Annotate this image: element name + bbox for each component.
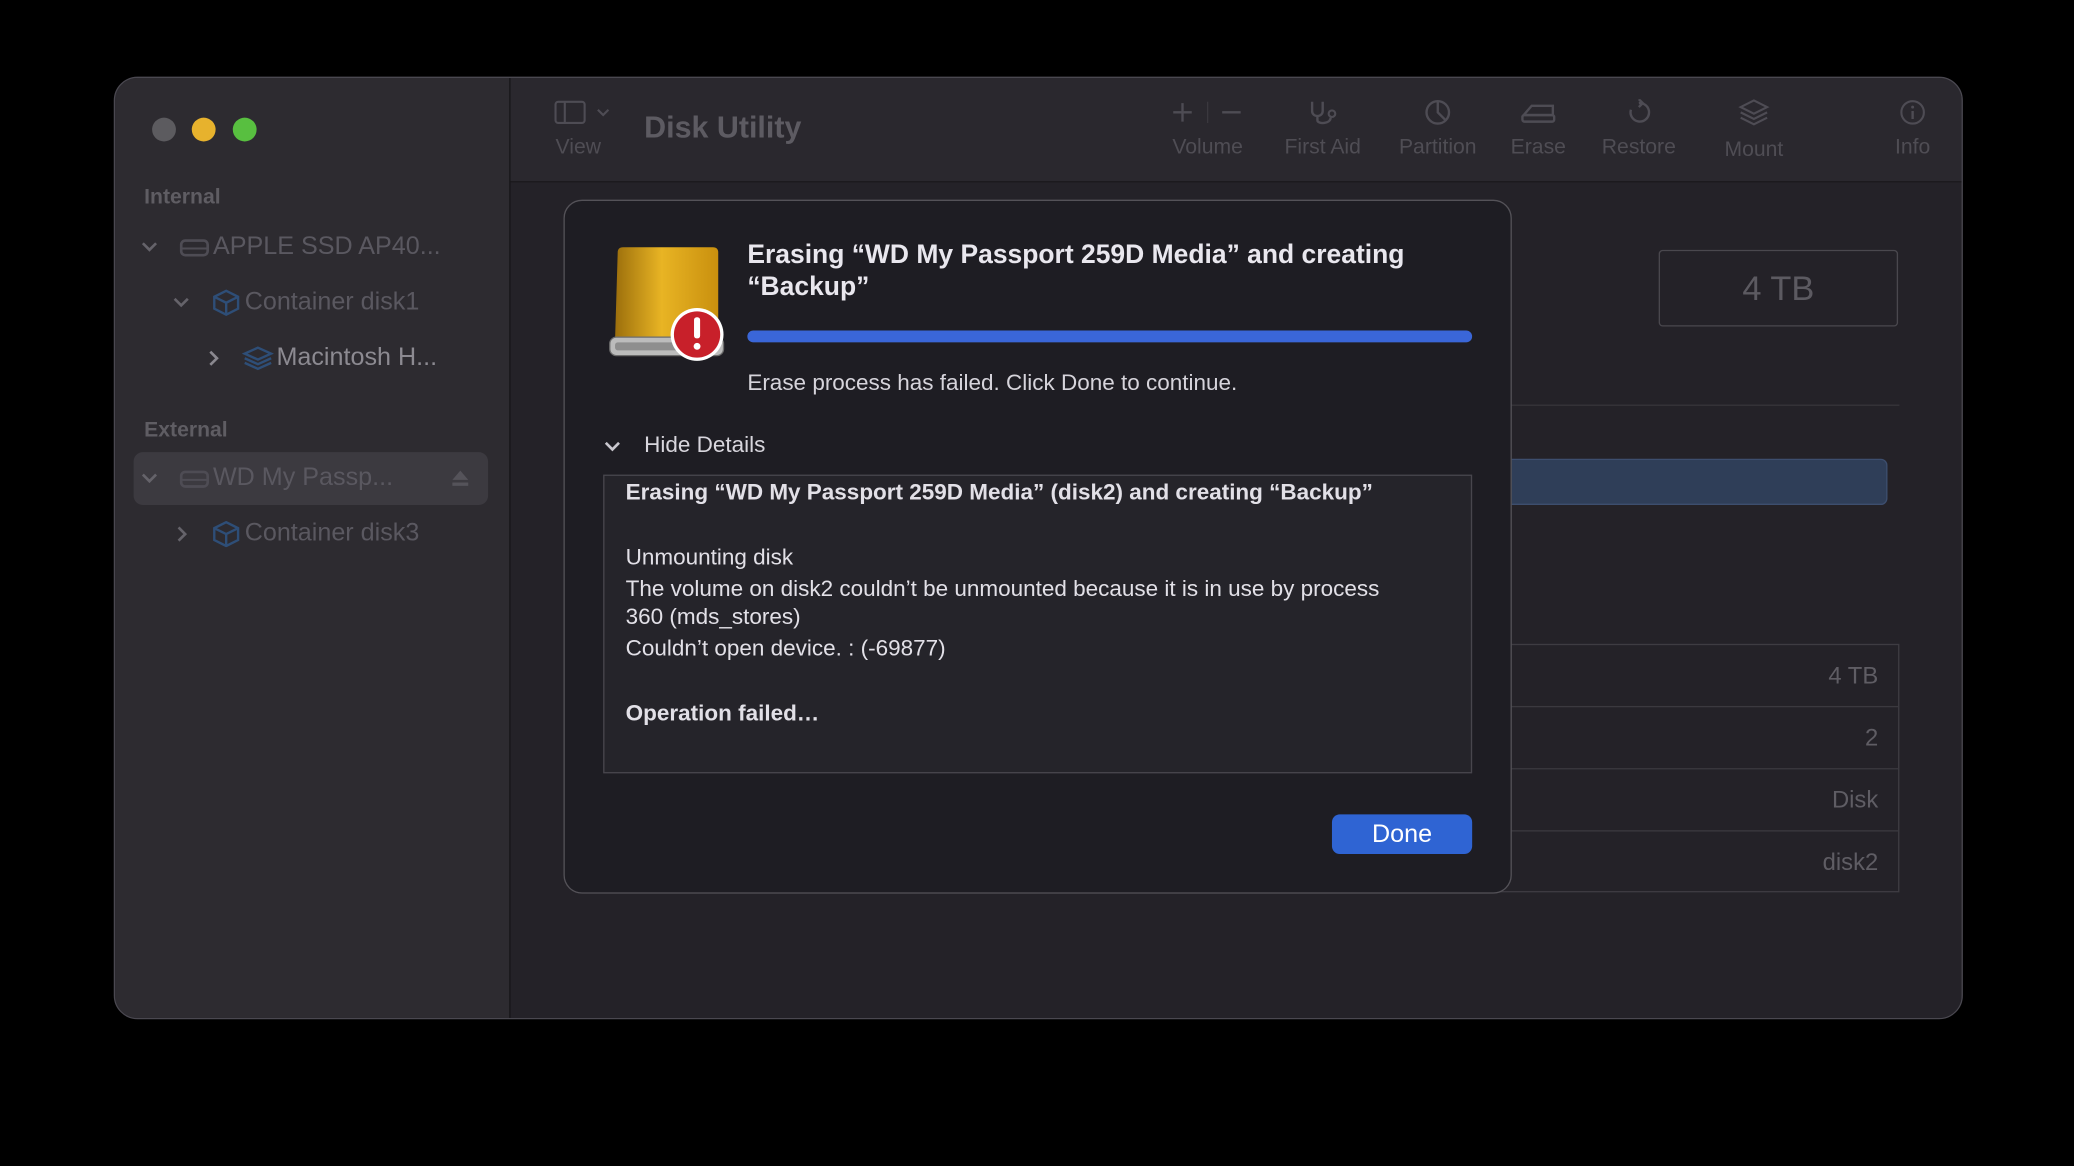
- info-label: Info: [1894, 136, 1931, 159]
- restore-button[interactable]: Restore: [1595, 99, 1682, 160]
- view-button[interactable]: View: [550, 99, 613, 160]
- volume-label: Volume: [1172, 136, 1243, 159]
- pie-chart-icon: [1425, 99, 1451, 125]
- volume-stack-icon: [242, 346, 274, 371]
- sidebar-item-container-disk1[interactable]: Container disk1: [134, 276, 488, 329]
- restore-arrow-icon: [1629, 99, 1651, 123]
- sidebar-item-label: WD My Passp...: [212, 464, 394, 492]
- info-row-value: 4 TB: [1828, 662, 1879, 689]
- info-row: disk2: [1491, 832, 1898, 893]
- sidebar-item-label: Macintosh H...: [276, 343, 438, 372]
- progress-bar: [747, 330, 1473, 343]
- info-icon: [1900, 100, 1925, 125]
- usage-bar: [1489, 458, 1888, 506]
- erase-label: Erase: [1510, 136, 1566, 159]
- info-table: 4 TB 2 Disk disk2: [1489, 643, 1900, 893]
- chevron-right-icon[interactable]: [168, 508, 194, 561]
- sidebar-item-container-disk3[interactable]: Container disk3: [134, 508, 488, 561]
- sidebar-item-macintosh-hd[interactable]: Macintosh H...: [134, 332, 488, 385]
- sidebar-item-label: APPLE SSD AP40...: [212, 232, 441, 261]
- external-drive-icon: [179, 470, 209, 488]
- eject-icon[interactable]: [451, 469, 470, 488]
- chevron-down-icon: [604, 441, 620, 452]
- stethoscope-icon: [1310, 101, 1337, 125]
- eraser-icon: [1521, 104, 1556, 123]
- window-title: Disk Utility: [644, 109, 802, 145]
- info-row: Disk: [1490, 769, 1899, 832]
- view-label: View: [555, 136, 602, 159]
- info-row: 4 TB: [1490, 645, 1899, 708]
- dialog-title: Erasing “WD My Passport 259D Media” and …: [747, 240, 1405, 302]
- info-row-value: disk2: [1822, 848, 1879, 876]
- sidebar-item-wd-my-passport[interactable]: WD My Passp...: [133, 452, 489, 506]
- info-button[interactable]: Info: [1886, 99, 1939, 160]
- sidebar-item-label: Container disk1: [244, 288, 420, 316]
- log-line: Erasing “WD My Passport 259D Media” (dis…: [625, 479, 1373, 506]
- erase-button[interactable]: Erase: [1505, 99, 1571, 160]
- restore-label: Restore: [1601, 136, 1676, 159]
- first-aid-label: First Aid: [1284, 136, 1361, 159]
- progress-fill: [747, 330, 1473, 343]
- log-line: Unmounting disk: [625, 544, 794, 570]
- close-window-button[interactable]: [152, 117, 176, 142]
- sidebar-toggle-icon: [554, 100, 610, 125]
- details-toggle-label: Hide Details: [644, 432, 766, 458]
- mount-label: Mount: [1724, 138, 1784, 162]
- log-line: The volume on disk2 couldn’t be unmounte…: [625, 576, 1380, 602]
- sidebar-section-external: External: [144, 419, 228, 442]
- chevron-down-icon[interactable]: [168, 276, 194, 329]
- sidebar-item-apple-ssd[interactable]: APPLE SSD AP40...: [134, 221, 488, 274]
- volume-button[interactable]: Volume: [1167, 99, 1249, 160]
- done-button[interactable]: Done: [1331, 814, 1473, 855]
- info-row: 2: [1490, 707, 1899, 770]
- sidebar: Internal APPLE SSD AP40... Container dis…: [115, 77, 511, 1018]
- external-drive-warning-icon: [609, 247, 725, 361]
- sidebar-section-internal: Internal: [144, 186, 221, 209]
- container-icon: [213, 520, 240, 548]
- log-line: Operation failed…: [625, 700, 820, 726]
- partition-label: Partition: [1398, 136, 1477, 159]
- log-line: Couldn’t open device. : (-69877): [625, 635, 946, 661]
- partition-button[interactable]: Partition: [1391, 99, 1484, 160]
- capacity-badge: 4 TB: [1658, 249, 1899, 327]
- mount-stack-icon: [1738, 99, 1770, 126]
- erase-dialog: Erasing “WD My Passport 259D Media” and …: [563, 199, 1512, 894]
- minimize-window-button[interactable]: [191, 117, 216, 142]
- info-row-value: Disk: [1831, 786, 1879, 814]
- zoom-window-button[interactable]: [232, 117, 257, 142]
- details-log[interactable]: Erasing “WD My Passport 259D Media” (dis…: [603, 474, 1473, 774]
- chevron-down-icon[interactable]: [136, 452, 162, 505]
- internal-drive-icon: [179, 239, 209, 257]
- plus-minus-icon: [1173, 101, 1241, 123]
- log-line: 360 (mds_stores): [625, 604, 801, 630]
- chevron-right-icon[interactable]: [200, 332, 226, 385]
- container-icon: [213, 289, 240, 316]
- chevron-down-icon[interactable]: [136, 221, 162, 274]
- first-aid-button[interactable]: First Aid: [1278, 99, 1368, 160]
- divider: [1509, 404, 1900, 406]
- mount-button[interactable]: Mount: [1717, 99, 1791, 162]
- sidebar-item-label: Container disk3: [244, 519, 420, 548]
- toolbar: View Disk Utility Volume First Aid Parti…: [510, 77, 1962, 183]
- info-row-value: 2: [1864, 724, 1879, 751]
- status-message: Erase process has failed. Click Done to …: [747, 370, 1238, 396]
